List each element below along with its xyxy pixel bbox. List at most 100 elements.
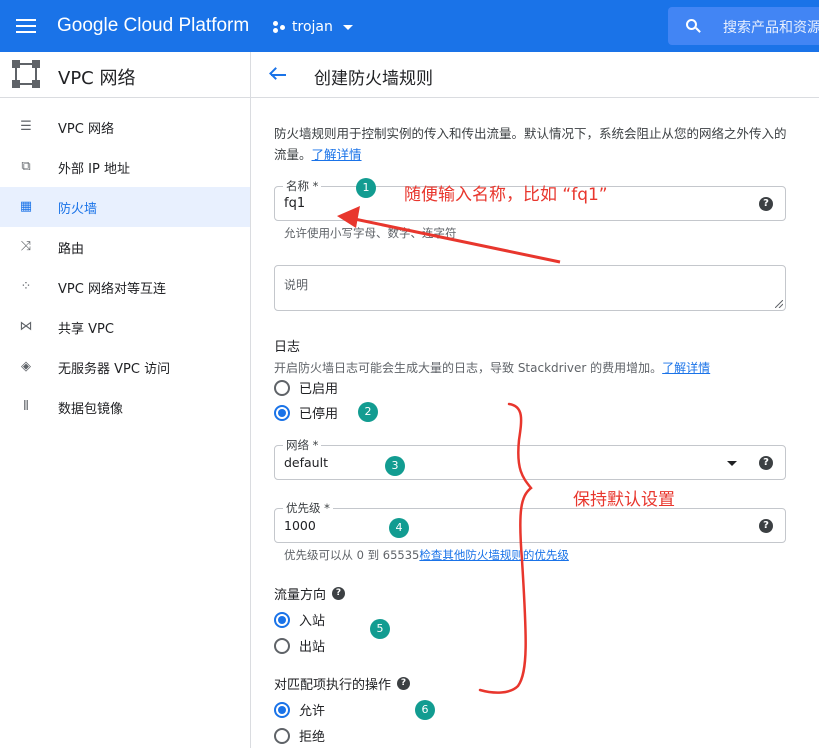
logs-on-radio[interactable]: 已启用	[274, 378, 338, 397]
peering-icon: ⁘	[20, 279, 32, 294]
routes-icon: ⤨	[20, 239, 32, 254]
radio-unchecked-icon	[274, 727, 290, 744]
network-select[interactable]: 网络 * default ?	[274, 437, 786, 480]
help-icon[interactable]: ?	[759, 197, 773, 211]
sidebar-item-serverless[interactable]: ◈ 无服务器 VPC 访问	[0, 347, 250, 387]
radio-label: 出站	[299, 640, 326, 655]
priority-hint: 优先级可以从 0 到 65535检查其他防火墙规则的优先级	[284, 547, 569, 563]
top-bar: Google Cloud Platform trojan 搜索产品和资源	[0, 0, 819, 52]
direction-ingress-radio[interactable]: 入站	[274, 610, 325, 629]
priority-field[interactable]: 优先级 * 1000 ?	[274, 500, 786, 543]
step-badge: 6	[415, 700, 435, 720]
radio-checked-icon	[274, 611, 290, 628]
name-label: 名称 *	[283, 178, 322, 194]
priority-label: 优先级 *	[283, 500, 333, 516]
help-icon[interactable]: ?	[332, 587, 346, 600]
search-input[interactable]: 搜索产品和资源	[668, 7, 819, 45]
project-name: trojan	[292, 19, 333, 35]
serverless-icon: ◈	[21, 359, 31, 374]
sidebar-item-label: 路由	[58, 241, 85, 257]
logs-subtext: 开启防火墙日志可能会生成大量的日志，导致 Stackdriver 的费用增加。了…	[274, 359, 710, 376]
logs-title-text: 日志	[274, 340, 301, 355]
priority-value: 1000	[284, 518, 316, 533]
vpc-logo-icon	[12, 60, 40, 88]
sidebar-item-routes[interactable]: ⤨ 路由	[0, 227, 250, 267]
annotation-default-tip: 保持默认设置	[573, 490, 675, 510]
sidebar-item-label: 无服务器 VPC 访问	[58, 361, 171, 377]
sidebar-item-label: VPC 网络对等互连	[58, 281, 166, 297]
action-allow-radio[interactable]: 允许	[274, 700, 325, 719]
logs-title: 日志	[274, 336, 300, 355]
direction-title-text: 流量方向	[274, 588, 327, 603]
description-textarea[interactable]: 说明	[274, 265, 786, 311]
sidebar-item-vpc-network[interactable]: ☰ VPC 网络	[0, 107, 250, 147]
direction-egress-radio[interactable]: 出站	[274, 636, 325, 655]
step-badge: 3	[385, 456, 405, 476]
network-value: default	[284, 455, 328, 470]
sidebar-item-label: 外部 IP 地址	[58, 161, 130, 177]
sidebar-item-label: 防火墙	[58, 201, 98, 217]
menu-icon[interactable]	[16, 17, 36, 33]
sidebar-item-label: 共享 VPC	[58, 321, 114, 337]
sidebar-item-shared-vpc[interactable]: ⋈ 共享 VPC	[0, 307, 250, 347]
radio-checked-icon	[274, 701, 290, 718]
firewall-icon: ▦	[19, 199, 33, 214]
external-ip-icon: ⧉	[21, 159, 31, 174]
action-title-text: 对匹配项执行的操作	[274, 678, 392, 693]
logs-learn-more-link[interactable]: 了解详情	[662, 361, 710, 375]
radio-label: 已启用	[299, 382, 339, 397]
search-icon	[686, 19, 701, 33]
action-title: 对匹配项执行的操作 ?	[274, 674, 411, 693]
sidebar-item-firewall[interactable]: ▦ 防火墙	[0, 187, 250, 227]
sidebar-header: VPC 网络	[0, 52, 250, 98]
radio-label: 拒绝	[299, 730, 326, 745]
direction-title: 流量方向 ?	[274, 584, 346, 603]
step-badge: 5	[370, 619, 390, 639]
project-icon	[272, 20, 286, 34]
packet-mirroring-icon: ⦀	[23, 399, 29, 414]
vpc-network-icon: ☰	[20, 119, 32, 134]
back-arrow-icon[interactable]	[269, 66, 287, 84]
search-placeholder: 搜索产品和资源	[723, 20, 819, 36]
radio-label: 允许	[299, 704, 326, 719]
chevron-down-icon	[342, 24, 353, 30]
radio-label: 入站	[299, 614, 326, 629]
page-description: 防火墙规则用于控制实例的传入和传出流量。默认情况下，系统会阻止从您的网络之外传入…	[274, 123, 789, 165]
radio-unchecked-icon	[274, 379, 290, 396]
logs-subtext-text: 开启防火墙日志可能会生成大量的日志，导致 Stackdriver 的费用增加。	[274, 361, 663, 375]
learn-more-link[interactable]: 了解详情	[312, 147, 362, 162]
description-placeholder: 说明	[284, 278, 309, 292]
radio-checked-icon	[274, 404, 290, 421]
page-header: 创建防火墙规则	[251, 52, 819, 98]
sidebar-item-label: 数据包镜像	[58, 401, 124, 417]
step-badge: 1	[356, 178, 376, 198]
help-icon[interactable]: ?	[397, 677, 411, 690]
resize-handle-icon[interactable]	[775, 300, 783, 308]
sidebar-item-peering[interactable]: ⁘ VPC 网络对等互连	[0, 267, 250, 307]
sidebar-nav: ☰ VPC 网络 ⧉ 外部 IP 地址 ▦ 防火墙 ⤨ 路由 ⁘ VPC 网络对…	[0, 107, 250, 427]
dropdown-caret-icon	[727, 461, 737, 466]
sidebar-item-label: VPC 网络	[58, 121, 114, 137]
name-hint: 允许使用小写字母、数字、连字符	[284, 226, 457, 240]
annotation-name-tip: 随便输入名称，比如 “fq1”	[404, 185, 608, 205]
step-badge: 2	[358, 402, 378, 422]
sidebar-item-packet-mirroring[interactable]: ⦀ 数据包镜像	[0, 387, 250, 427]
sidebar-title: VPC 网络	[58, 68, 136, 89]
page-title: 创建防火墙规则	[314, 69, 433, 89]
sidebar-divider	[250, 52, 251, 748]
sidebar-item-external-ip[interactable]: ⧉ 外部 IP 地址	[0, 147, 250, 187]
name-value: fq1	[284, 196, 306, 211]
shared-vpc-icon: ⋈	[19, 319, 33, 334]
radio-label: 已停用	[299, 407, 339, 422]
help-icon[interactable]: ?	[759, 519, 773, 533]
radio-unchecked-icon	[274, 637, 290, 654]
logs-off-radio[interactable]: 已停用	[274, 403, 338, 422]
priority-hint-link[interactable]: 检查其他防火墙规则的优先级	[419, 548, 569, 562]
network-label: 网络 *	[283, 437, 322, 453]
priority-hint-text: 优先级可以从 0 到 65535	[284, 548, 420, 562]
product-title[interactable]: Google Cloud Platform	[57, 15, 249, 37]
step-badge: 4	[389, 518, 409, 538]
project-selector[interactable]: trojan	[272, 16, 353, 38]
action-deny-radio[interactable]: 拒绝	[274, 726, 325, 745]
help-icon[interactable]: ?	[759, 456, 773, 470]
